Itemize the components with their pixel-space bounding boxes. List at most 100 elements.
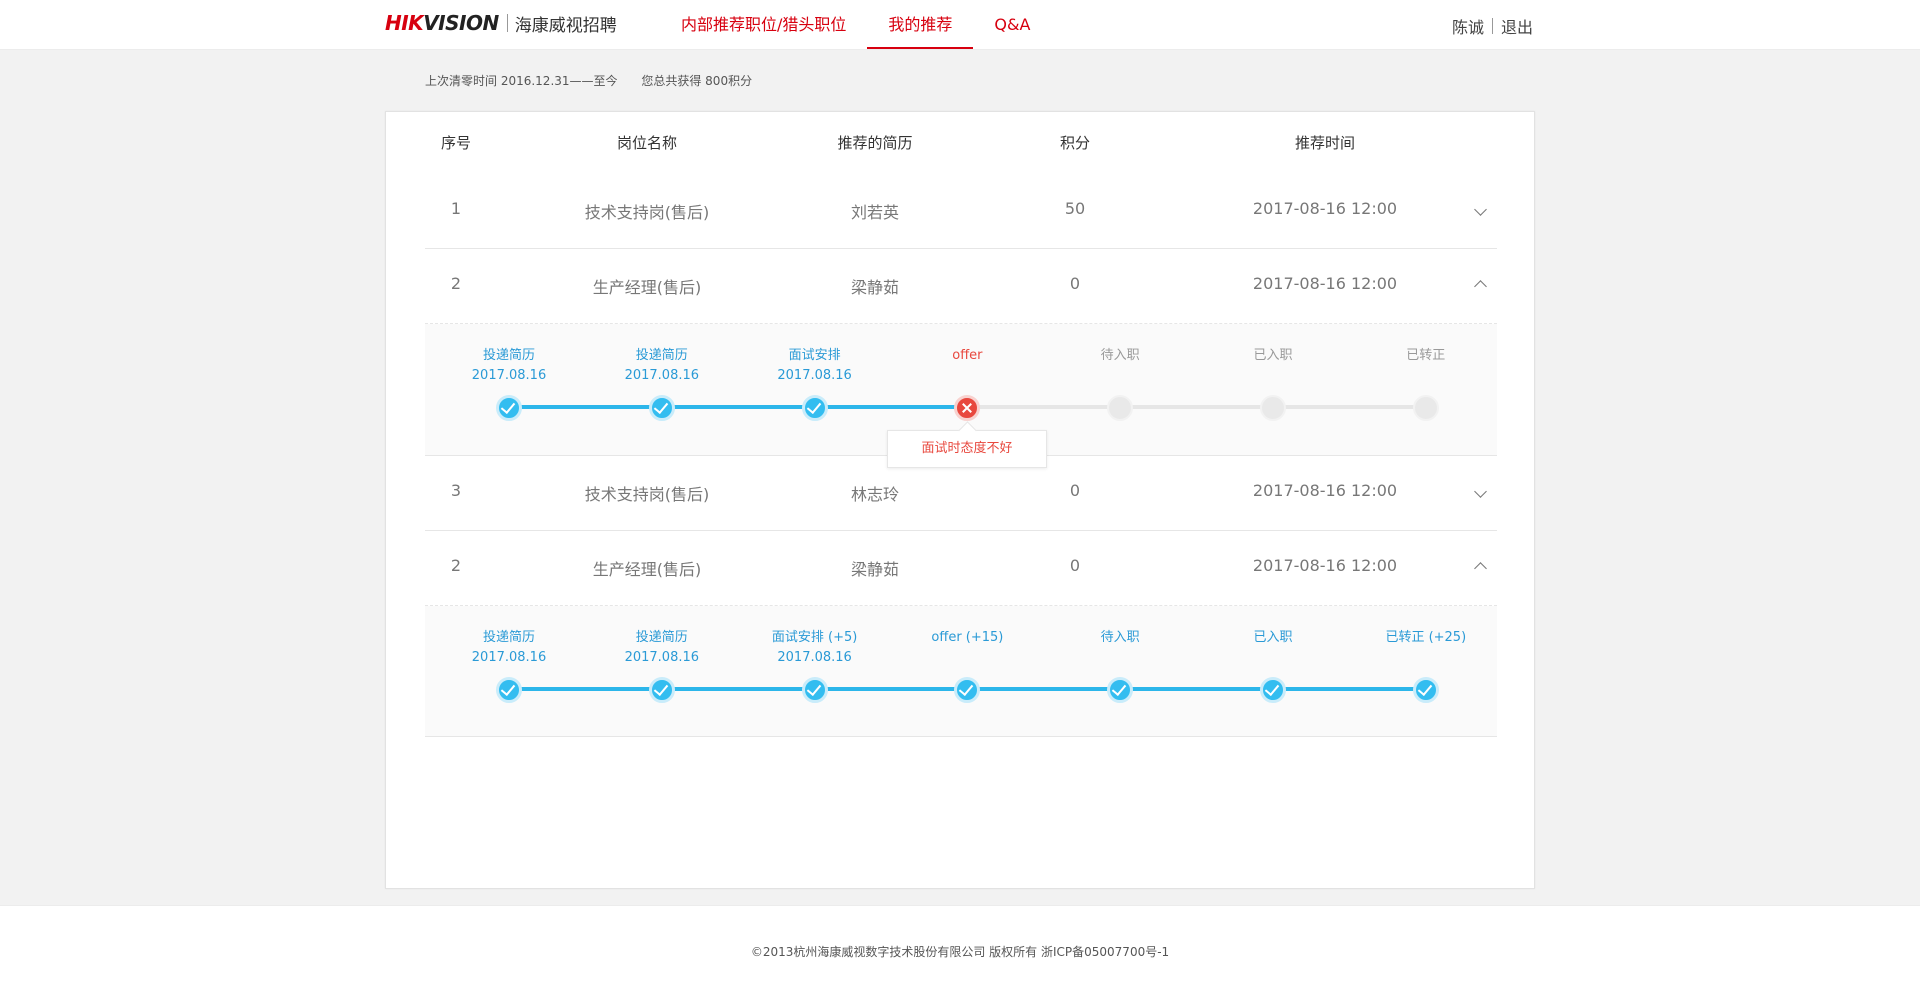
- progress-step-label: 已转正: [1366, 346, 1486, 366]
- step-date: 2017.08.16: [471, 650, 547, 665]
- step-title: 面试安排 (+5): [771, 630, 858, 645]
- points-summary: 上次清零时间 2016.12.31——至今 您总共获得 800积分: [425, 72, 772, 89]
- step-title: 待入职: [1100, 630, 1140, 645]
- logout-link[interactable]: 退出: [1501, 14, 1533, 38]
- step-title: 投递简历: [482, 348, 535, 363]
- col-header-time: 推荐时间: [1294, 134, 1355, 152]
- chevron-up-icon[interactable]: [1465, 556, 1495, 577]
- progress-step-label: offer: [907, 346, 1027, 366]
- row-no: 2: [450, 556, 462, 575]
- check-circle-icon: [648, 395, 675, 421]
- step-title: offer (+15): [931, 630, 1004, 645]
- row-points: 0: [1069, 274, 1081, 293]
- progress-step-label: 已入职: [1213, 346, 1333, 366]
- user-area: 陈诚 退出: [1452, 14, 1533, 38]
- row-points: 50: [1064, 199, 1086, 218]
- logo-separator: [506, 14, 508, 32]
- check-circle-icon: [801, 677, 828, 703]
- row-position: 生产经理(售后): [592, 560, 702, 579]
- main-nav: 内部推荐职位/猎头职位 我的推荐 Q&A: [660, 0, 1051, 50]
- fail-reason-tooltip: 面试时态度不好: [887, 430, 1047, 468]
- progress-step-label: 面试安排 2017.08.16: [755, 346, 875, 386]
- step-date: 2017.08.16: [624, 368, 700, 383]
- col-header-no: 序号: [440, 134, 471, 152]
- row-time: 2017-08-16 12:00: [1252, 274, 1398, 293]
- step-title: 已转正: [1406, 348, 1446, 363]
- progress-step-label: 已转正 (+25): [1366, 628, 1486, 648]
- row-no: 3: [450, 481, 462, 500]
- row-resume: 梁静茹: [850, 278, 899, 297]
- table-row[interactable]: 2 生产经理(售后) 梁静茹 0 2017-08-16 12:00: [425, 531, 1497, 606]
- logo-brand: HIKVISION: [385, 11, 499, 35]
- total-points: 您总共获得 800积分: [641, 74, 753, 88]
- progress-panel: 投递简历 2017.08.16 投递简历 2017.08.16 面试安排 2017.08.…: [425, 324, 1497, 468]
- progress-step-label: 待入职: [1060, 346, 1180, 366]
- step-title: 面试安排: [788, 348, 841, 363]
- progress-step-label: 投递简历 2017.08.16: [449, 628, 569, 668]
- copyright-text: ©2013杭州海康威视数字技术股份有限公司 版权所有 浙ICP备05007700…: [750, 945, 1170, 959]
- user-name[interactable]: 陈诚: [1452, 14, 1484, 38]
- check-circle-icon: [954, 677, 981, 703]
- col-header-points: 积分: [1059, 134, 1090, 152]
- row-position: 生产经理(售后): [592, 278, 702, 297]
- footer: ©2013杭州海康威视数字技术股份有限公司 版权所有 浙ICP备05007700…: [0, 905, 1920, 1000]
- progress-step-label: 投递简历 2017.08.16: [602, 628, 722, 668]
- x-circle-icon: [954, 395, 981, 421]
- table-row[interactable]: 1 技术支持岗(售后) 刘若英 50 2017-08-16 12:00: [425, 174, 1497, 249]
- nav-item-qa[interactable]: Q&A: [973, 0, 1051, 50]
- nav-item-internal-positions[interactable]: 内部推荐职位/猎头职位: [660, 0, 867, 50]
- nav-item-my-referrals[interactable]: 我的推荐: [867, 0, 974, 50]
- table-header: 序号 岗位名称 推荐的简历 积分 推荐时间: [425, 112, 1497, 174]
- logo[interactable]: HIKVISION 海康威视招聘: [385, 10, 617, 36]
- progress-step-label: 待入职: [1060, 628, 1180, 648]
- row-points: 0: [1069, 481, 1081, 500]
- top-header: HIKVISION 海康威视招聘 内部推荐职位/猎头职位 我的推荐 Q&A 陈诚…: [0, 0, 1920, 50]
- chevron-down-icon[interactable]: [1465, 481, 1495, 500]
- check-circle-icon: [1412, 677, 1439, 703]
- chevron-down-icon[interactable]: [1465, 199, 1495, 218]
- step-date: 2017.08.16: [777, 650, 852, 665]
- referral-table: 序号 岗位名称 推荐的简历 积分 推荐时间 1 技术支持岗(售后) 刘若英 50…: [425, 112, 1497, 737]
- row-no: 2: [450, 274, 462, 293]
- progress-step-label: 投递简历 2017.08.16: [449, 346, 569, 386]
- user-divider: [1492, 18, 1494, 34]
- referral-card: 序号 岗位名称 推荐的简历 积分 推荐时间 1 技术支持岗(售后) 刘若英 50…: [385, 111, 1535, 889]
- step-title: 已入职: [1253, 348, 1293, 363]
- chevron-up-icon[interactable]: [1465, 274, 1495, 295]
- step-title: 已入职: [1253, 630, 1293, 645]
- row-resume: 梁静茹: [850, 560, 899, 579]
- step-title: 待入职: [1100, 348, 1140, 363]
- row-resume: 林志玲: [850, 485, 899, 504]
- row-position: 技术支持岗(售后): [584, 203, 710, 222]
- table-row[interactable]: 2 生产经理(售后) 梁静茹 0 2017-08-16 12:00: [425, 249, 1497, 324]
- progress-step-label: 面试安排 (+5) 2017.08.16: [755, 628, 875, 668]
- step-date: 2017.08.16: [624, 650, 700, 665]
- row-position: 技术支持岗(售后): [584, 485, 710, 504]
- step-title: 投递简历: [635, 348, 688, 363]
- row-time: 2017-08-16 12:00: [1252, 199, 1398, 218]
- progress-fill: [509, 405, 968, 409]
- row-points: 0: [1069, 556, 1081, 575]
- row-resume: 刘若英: [850, 203, 899, 222]
- reset-time: 上次清零时间 2016.12.31——至今: [425, 74, 618, 88]
- row-no: 1: [450, 199, 462, 218]
- check-circle-icon: [496, 677, 522, 703]
- check-circle-icon: [1260, 677, 1286, 703]
- step-date: 2017.08.16: [471, 368, 547, 383]
- step-title: 已转正 (+25): [1385, 630, 1467, 645]
- progress-step-label: 已入职: [1213, 628, 1333, 648]
- col-header-resume: 推荐的简历: [837, 134, 913, 152]
- pending-circle-icon: [1412, 395, 1439, 421]
- progress-panel: 投递简历 2017.08.16 投递简历 2017.08.16 面试安排 (+5) 201…: [425, 606, 1497, 737]
- step-title: 投递简历: [635, 630, 688, 645]
- check-circle-icon: [496, 395, 522, 421]
- pending-circle-icon: [1260, 395, 1286, 421]
- col-header-position: 岗位名称: [616, 134, 677, 152]
- logo-text: 海康威视招聘: [514, 15, 617, 36]
- check-circle-icon: [648, 677, 675, 703]
- progress-step-label: 投递简历 2017.08.16: [602, 346, 722, 386]
- step-title: offer: [952, 348, 983, 363]
- pending-circle-icon: [1107, 395, 1134, 421]
- check-circle-icon: [1107, 677, 1134, 703]
- progress-step-label: offer (+15): [907, 628, 1027, 648]
